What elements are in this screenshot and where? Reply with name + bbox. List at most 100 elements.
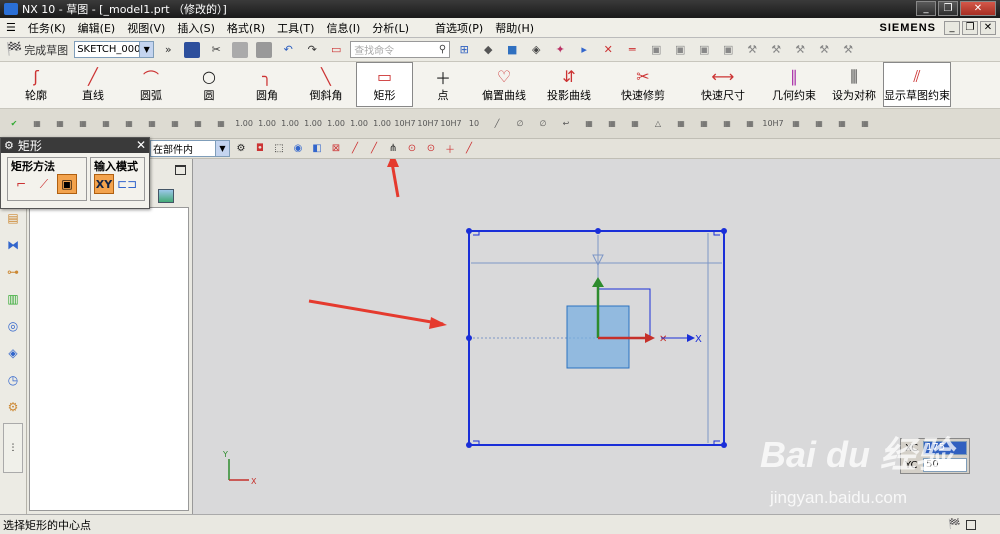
midpoint[interactable] — [595, 228, 601, 234]
menu-format[interactable]: 格式(R) — [221, 20, 271, 36]
menu-icon[interactable]: ☰ — [0, 21, 22, 34]
snap-icon-3[interactable]: ╱ — [366, 141, 382, 157]
geometric-constraints-button[interactable]: ∥ 几何约束 — [763, 62, 825, 107]
tool-icon-4[interactable]: ⚒ — [814, 40, 834, 60]
orient-view-icon[interactable]: ◈ — [526, 40, 546, 60]
gear-icon[interactable]: ⚙ — [4, 139, 14, 152]
menu-help[interactable]: 帮助(H) — [489, 20, 540, 36]
doc-restore-button[interactable]: ❐ — [962, 20, 978, 35]
assembly-icon-1[interactable]: ▣ — [646, 40, 666, 60]
tolerance-icon-3[interactable]: 10H7 — [440, 115, 461, 133]
arc-button[interactable]: ⌒ 圆弧 — [122, 62, 180, 107]
snap-icon-5[interactable]: ⊙ — [404, 141, 420, 157]
doc-minimize-button[interactable]: _ — [944, 20, 960, 35]
sketch-tool-icon-6[interactable]: ▦ — [142, 115, 162, 133]
close-icon[interactable]: ✕ — [136, 138, 146, 152]
reuse-library-icon[interactable]: ▥ — [3, 288, 23, 310]
menu-edit[interactable]: 编辑(E) — [72, 20, 122, 36]
dimension-icon-5[interactable]: 1.00 — [326, 115, 346, 133]
checkered-flag-icon[interactable]: 🏁 — [948, 519, 960, 530]
sketch-tool-icon-2[interactable]: ▦ — [50, 115, 70, 133]
corner-point[interactable] — [721, 228, 727, 234]
sketch-name-combo[interactable]: SKETCH_000 ▼ — [74, 41, 155, 58]
dimension-icon-6[interactable]: 1.00 — [349, 115, 369, 133]
dimension-icon-7[interactable]: 1.00 — [372, 115, 392, 133]
dimension-icon-3[interactable]: 1.00 — [280, 115, 300, 133]
snap-icon-4[interactable]: ⋔ — [385, 141, 401, 157]
offset-curve-button[interactable]: ♡ 偏置曲线 — [473, 62, 535, 107]
part-navigator-icon[interactable]: ▤ — [3, 207, 23, 229]
project-curve-button[interactable]: ⇵ 投影曲线 — [535, 62, 603, 107]
corner-point[interactable] — [466, 442, 472, 448]
point-button[interactable]: ＋点 — [413, 62, 473, 107]
menu-insert[interactable]: 插入(S) — [171, 20, 221, 36]
quick-trim-button[interactable]: ✂ 快速修剪 — [603, 62, 683, 107]
pattern-icon-6[interactable]: ▦ — [602, 115, 622, 133]
view-icon-2[interactable]: ◧ — [309, 141, 325, 157]
snap-icon-7[interactable]: ＋ — [442, 141, 458, 157]
pattern-icon-15[interactable]: ▦ — [832, 115, 852, 133]
pattern-icon-8[interactable]: ▦ — [671, 115, 691, 133]
snap-point-icon[interactable]: ✦ — [550, 40, 570, 60]
from-center-icon[interactable]: ▣ — [57, 174, 77, 194]
paste-icon[interactable] — [254, 40, 274, 60]
pattern-icon-10[interactable]: ▦ — [717, 115, 737, 133]
view-icon-1[interactable]: ◉ — [290, 141, 306, 157]
fillet-button[interactable]: ╮ 圆角 — [238, 62, 296, 107]
finish-sketch-button[interactable]: 🏁 完成草图 — [4, 40, 70, 60]
sketch-tool-icon-5[interactable]: ▦ — [119, 115, 139, 133]
snap-icon-8[interactable]: ╱ — [461, 141, 477, 157]
pattern-icon-16[interactable]: ▦ — [855, 115, 875, 133]
menu-tools[interactable]: 工具(T) — [271, 20, 320, 36]
corner-point[interactable] — [466, 228, 472, 234]
pattern-icon-13[interactable]: ▦ — [786, 115, 806, 133]
history-icon[interactable]: ◈ — [3, 342, 23, 364]
tool-icon-3[interactable]: ⚒ — [790, 40, 810, 60]
snap-icon-6[interactable]: ⊙ — [423, 141, 439, 157]
web-browser-icon[interactable]: ◎ — [3, 315, 23, 337]
redo-icon[interactable]: ↷ — [302, 40, 322, 60]
corner-point[interactable] — [721, 442, 727, 448]
sketch-tool-icon-1[interactable]: ▦ — [27, 115, 47, 133]
fit-view-icon[interactable]: ⊞ — [454, 40, 474, 60]
undo-icon[interactable]: ↶ — [278, 40, 298, 60]
sketch-tool-icon-9[interactable]: ▦ — [211, 115, 231, 133]
sketch-tool-icon-3[interactable]: ▦ — [73, 115, 93, 133]
pattern-icon-9[interactable]: ▦ — [694, 115, 714, 133]
pattern-icon-4[interactable]: ↩ — [556, 115, 576, 133]
dimension-icon-4[interactable]: 1.00 — [303, 115, 323, 133]
assembly-navigator-icon[interactable]: ⧓ — [3, 234, 23, 256]
restore-button[interactable]: ❐ — [938, 1, 958, 16]
role-icon[interactable]: ⚙ — [3, 396, 23, 418]
select-filter-icon[interactable]: ▸ — [574, 40, 594, 60]
minimize-button[interactable]: _ — [916, 1, 936, 16]
circle-button[interactable]: ○ 圆 — [180, 62, 238, 107]
chamfer-button[interactable]: ╲ 倒斜角 — [296, 62, 356, 107]
quick-pick-icon[interactable]: ✕ — [598, 40, 618, 60]
shaded-view-icon[interactable]: ■ — [502, 40, 522, 60]
selection-scope-combo[interactable]: 在部件内 ▼ — [150, 140, 230, 157]
pattern-icon-11[interactable]: ▦ — [740, 115, 760, 133]
dimension-icon-1[interactable]: 1.00 — [234, 115, 254, 133]
overflow-chevron-icon[interactable]: » — [158, 40, 178, 60]
sketch-tool-icon-7[interactable]: ▦ — [165, 115, 185, 133]
menu-preferences[interactable]: 首选项(P) — [429, 20, 489, 36]
profile-button[interactable]: ʃ 轮廓 — [8, 62, 64, 107]
pattern-icon-1[interactable]: ╱ — [487, 115, 507, 133]
command-search-input[interactable]: 查找命令 ⚲ — [350, 41, 451, 58]
tool-icon-1[interactable]: ⚒ — [742, 40, 762, 60]
doc-close-button[interactable]: ✕ — [980, 20, 996, 35]
assembly-icon-3[interactable]: ▣ — [694, 40, 714, 60]
maximize-icon[interactable] — [175, 165, 186, 175]
cut-icon[interactable]: ✂ — [206, 40, 226, 60]
show-sketch-constraints-button[interactable]: ⫽ 显示草图约束 — [883, 62, 951, 107]
pattern-icon-5[interactable]: ▦ — [579, 115, 599, 133]
tool-icon-2[interactable]: ⚒ — [766, 40, 786, 60]
triangle-icon[interactable]: △ — [648, 115, 668, 133]
render-style-icon[interactable]: ◆ — [478, 40, 498, 60]
select-box-icon[interactable]: ⬚ — [271, 141, 287, 157]
assembly-icon-4[interactable]: ▣ — [718, 40, 738, 60]
dimension-icon-2[interactable]: 1.00 — [257, 115, 277, 133]
sketch-tool-icon-4[interactable]: ▦ — [96, 115, 116, 133]
save-icon[interactable] — [182, 40, 202, 60]
